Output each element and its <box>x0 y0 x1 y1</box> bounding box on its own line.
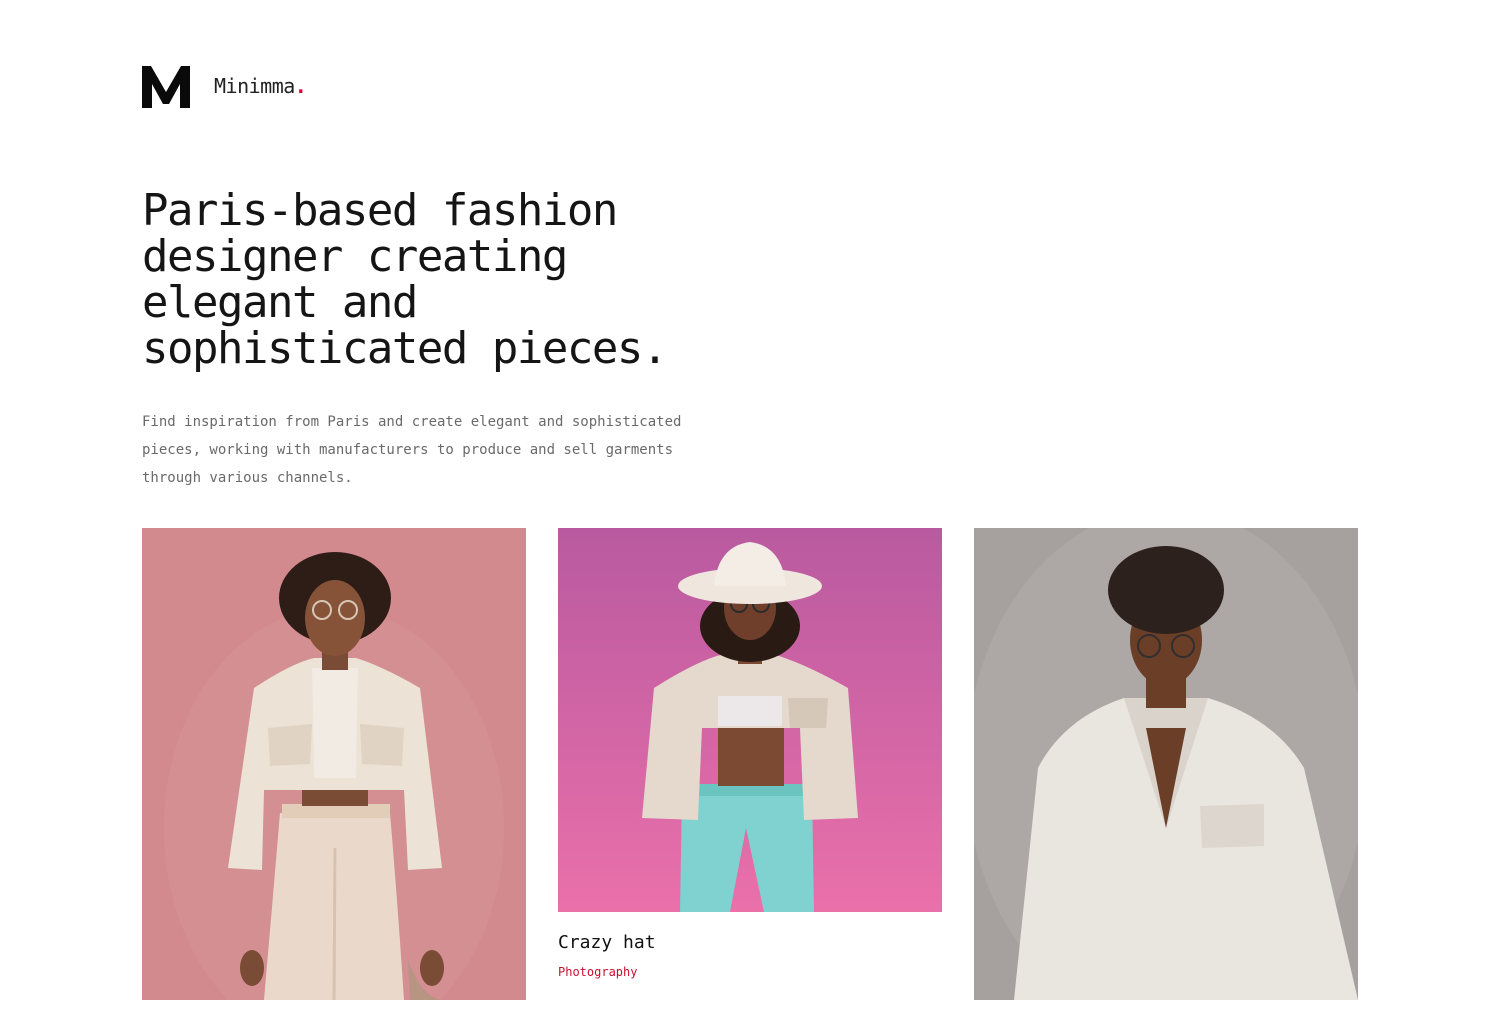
logo-link[interactable] <box>142 62 190 110</box>
brand-dot: . <box>294 74 307 98</box>
portfolio-card[interactable] <box>142 528 526 1020</box>
hero-description: Find inspiration from Paris and create e… <box>142 414 682 486</box>
portfolio-image-woman-cream-jacket[interactable] <box>142 528 526 1000</box>
brand-name: Minimma <box>214 74 295 98</box>
portfolio-card-title: Crazy hat <box>558 932 656 953</box>
brand-name-wrapper[interactable]: Minimma. <box>214 74 307 98</box>
portfolio-image-man-cream-jacket[interactable] <box>974 528 1358 1000</box>
m-logo-icon <box>142 66 190 108</box>
hero-title: Paris-based fashion designer creating el… <box>142 185 668 374</box>
portfolio-card[interactable] <box>974 528 1358 1020</box>
portfolio-card[interactable]: Crazy hat Photography <box>558 528 942 979</box>
portfolio-image-woman-white-hat[interactable] <box>558 528 942 912</box>
portfolio-card-category[interactable]: Photography <box>558 965 942 979</box>
site-header: Minimma. <box>142 62 307 110</box>
